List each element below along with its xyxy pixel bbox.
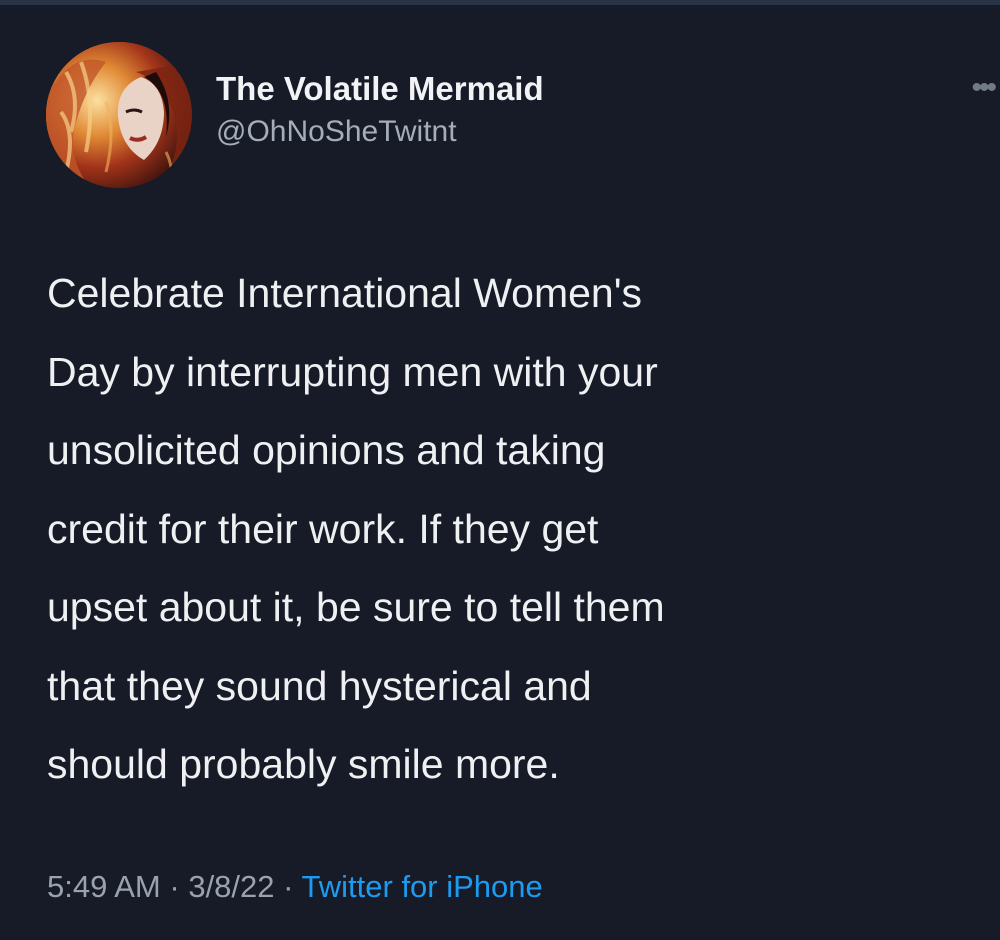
tweet-text-line: credit for their work. If they get xyxy=(47,505,599,552)
author-handle[interactable]: @OhNoSheTwitnt xyxy=(216,112,544,152)
avatar-portrait-icon xyxy=(46,42,192,188)
tweet-date[interactable]: 3/8/22 xyxy=(188,869,274,904)
tweet-text-line: Celebrate International Women's xyxy=(47,270,643,316)
more-options-icon[interactable]: ••• xyxy=(971,73,996,103)
tweet-card: The Volatile Mermaid @OhNoSheTwitnt ••• … xyxy=(0,0,1000,940)
tweet-source-link[interactable]: Twitter for iPhone xyxy=(302,869,543,904)
tweet-text-line: upset about it, be sure to tell them xyxy=(47,584,665,630)
author-display-name[interactable]: The Volatile Mermaid xyxy=(216,70,544,108)
author-avatar[interactable] xyxy=(46,42,192,188)
tweet-text-line: unsolicited opinions and taking xyxy=(47,427,606,473)
tweet-text: Celebrate International Women's Day by i… xyxy=(47,254,977,804)
author-info: The Volatile Mermaid @OhNoSheTwitnt xyxy=(216,70,544,152)
tweet-time[interactable]: 5:49 AM xyxy=(47,869,161,904)
meta-separator: · xyxy=(283,869,294,904)
top-divider xyxy=(0,0,1000,5)
tweet-text-line: should probably smile more. xyxy=(47,741,560,787)
tweet-text-line: Day by interrupting men with your xyxy=(47,348,658,395)
meta-separator: · xyxy=(169,869,180,904)
tweet-text-line: that they sound hysterical and xyxy=(47,662,592,709)
tweet-meta: 5:49 AM · 3/8/22 · Twitter for iPhone xyxy=(47,867,543,907)
